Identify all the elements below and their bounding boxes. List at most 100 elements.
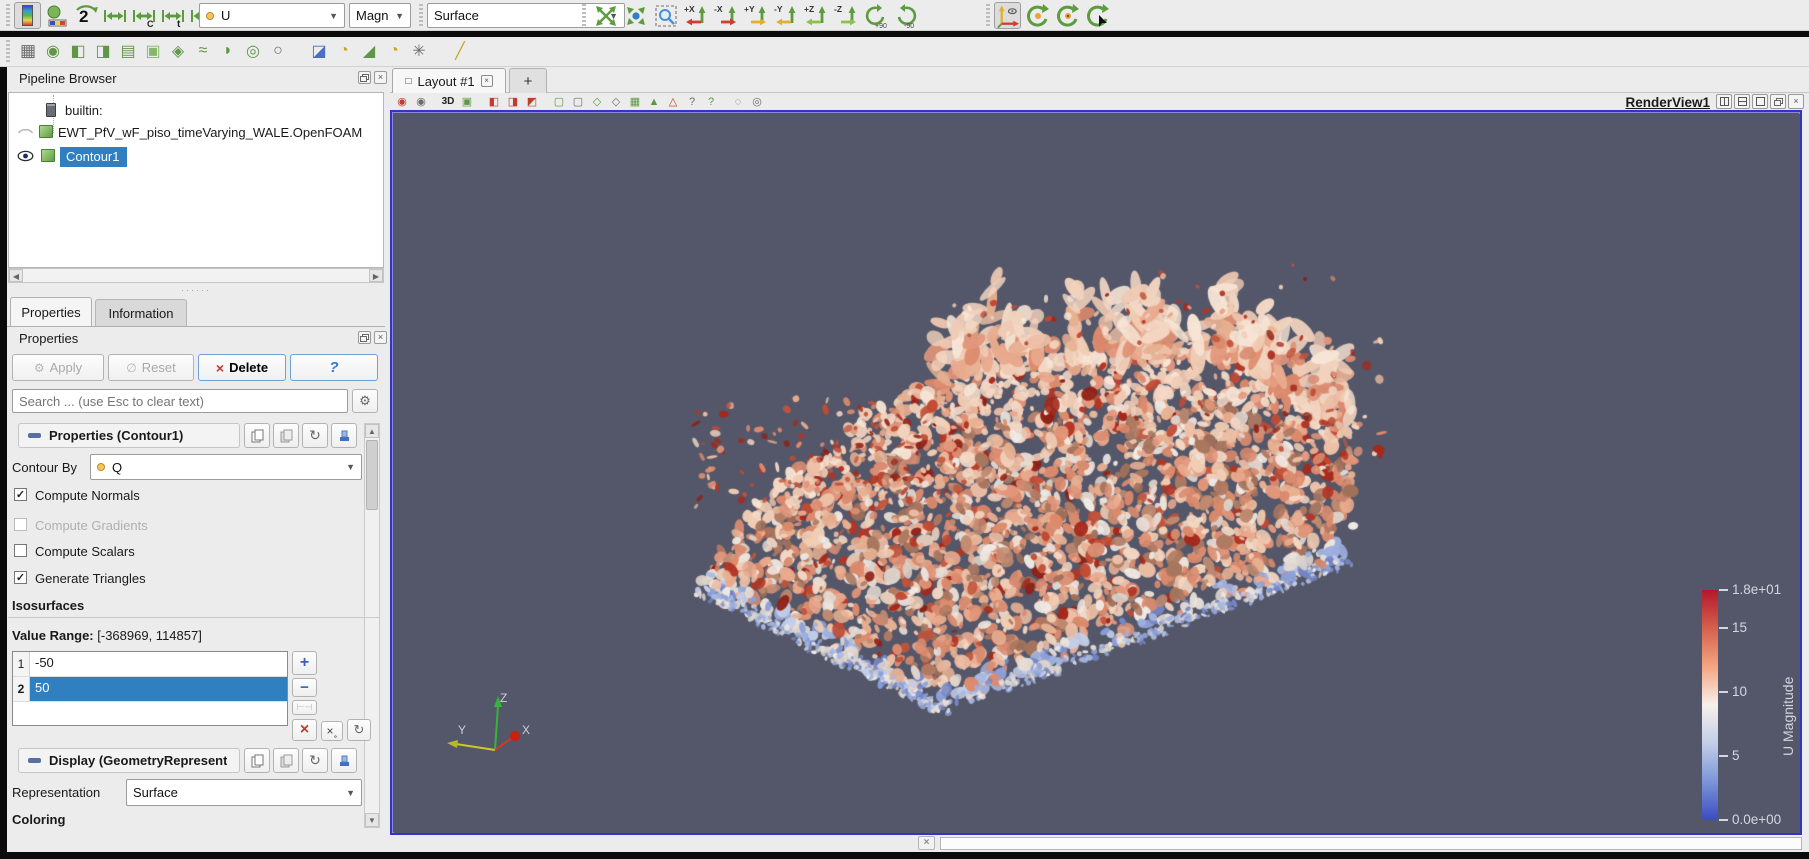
toolbar-drag-handle[interactable] xyxy=(6,4,10,26)
plot-selection-over-time-icon[interactable]: ◔ xyxy=(332,39,356,63)
checkbox-compute-scalars[interactable] xyxy=(14,544,27,557)
float-panel-button[interactable] xyxy=(358,71,371,84)
rescale-to-custom-range-icon[interactable]: 2 xyxy=(72,2,99,29)
scrollbar-thumb[interactable] xyxy=(366,440,378,510)
set-view-minus-x-icon[interactable]: -X xyxy=(712,2,739,29)
select-block-icon[interactable]: ▦ xyxy=(627,95,643,110)
split-horizontal-button[interactable] xyxy=(1716,94,1732,109)
slice-icon[interactable]: ◨ xyxy=(91,39,115,63)
stream-tracer-icon[interactable]: ≈ xyxy=(191,39,215,63)
ruler-icon[interactable]: ╱ xyxy=(448,39,472,63)
camera-redo-icon[interactable]: ◉ xyxy=(413,95,429,110)
vector-component-select[interactable]: Magnitu ▼ xyxy=(349,3,411,28)
select-points-polygon-icon[interactable]: ◇ xyxy=(608,95,624,110)
isosurface-value[interactable]: -50 xyxy=(30,652,287,676)
reset-button[interactable]: ∅ Reset xyxy=(108,354,194,381)
rescale-over-all-timesteps-icon[interactable]: C xyxy=(130,2,157,29)
reset-camera-icon[interactable] xyxy=(592,2,619,29)
set-view-minus-z-icon[interactable]: -Z xyxy=(832,2,859,29)
close-view-button[interactable]: × xyxy=(1788,94,1804,109)
extract-block-icon[interactable]: ◪ xyxy=(307,39,331,63)
scroll-up-icon[interactable]: ▲ xyxy=(365,424,379,438)
rescale-to-data-range-icon[interactable] xyxy=(101,2,128,29)
save-defaults-button[interactable] xyxy=(331,423,357,448)
dock-splitter[interactable]: ······ xyxy=(8,285,384,295)
close-panel-button[interactable]: × xyxy=(374,331,387,344)
show-center-of-rotation-icon[interactable] xyxy=(1024,2,1051,29)
isosurface-value[interactable]: 50 xyxy=(30,677,287,701)
apply-button[interactable]: ⚙ Apply xyxy=(12,354,104,381)
camera-undo-icon[interactable]: ◉ xyxy=(394,95,410,110)
pipeline-item-openfoam[interactable]: EWT_PfV_wF_piso_timeVarying_WALE.OpenFOA… xyxy=(9,124,385,141)
checkbox-compute-normals[interactable]: ✓ xyxy=(14,488,27,501)
reset-display-button[interactable]: ↻ xyxy=(302,748,328,773)
paste-properties-button[interactable] xyxy=(273,423,299,448)
clear-selection-icon[interactable]: ◎ xyxy=(749,95,765,110)
split-view-left-icon[interactable]: ◧ xyxy=(486,95,502,110)
isosurface-row-empty[interactable] xyxy=(13,702,287,725)
add-value-button[interactable]: + xyxy=(292,651,317,675)
checkbox-generate-triangles[interactable]: ✓ xyxy=(14,571,27,584)
scene-canvas[interactable] xyxy=(394,114,1800,833)
ungroup-icon[interactable]: ○ xyxy=(266,39,290,63)
split-view-both-icon[interactable]: ◩ xyxy=(524,95,540,110)
pipeline-item-builtin[interactable]: builtin: xyxy=(9,102,385,119)
render-viewport[interactable]: Z Y X 1.8e+01 15 10 5 0.0e+00 U Magnitude xyxy=(390,110,1802,835)
scroll-down-icon[interactable]: ▼ xyxy=(365,813,379,827)
edit-color-map-icon[interactable] xyxy=(14,2,41,29)
split-vertical-button[interactable] xyxy=(1734,94,1750,109)
isosurface-row[interactable]: 2 50 xyxy=(13,677,287,702)
zoom-to-box-icon[interactable] xyxy=(652,2,679,29)
tab-information[interactable]: Information xyxy=(95,299,187,327)
abort-progress-button[interactable]: × xyxy=(918,836,935,850)
section-display[interactable]: Display (GeometryRepresent xyxy=(18,748,240,773)
set-view-plus-y-icon[interactable]: +Y xyxy=(742,2,769,29)
close-panel-button[interactable]: × xyxy=(374,71,387,84)
float-view-button[interactable] xyxy=(1770,94,1786,109)
toggle-2d-3d-icon[interactable]: 3D xyxy=(440,95,456,110)
contour-by-select[interactable]: Q ▼ xyxy=(90,454,362,480)
toolbar-drag-handle[interactable] xyxy=(6,40,10,62)
group-datasets-icon[interactable]: ◎ xyxy=(241,39,265,63)
grow-selection-icon[interactable]: ◌ xyxy=(730,95,746,110)
scroll-left-icon[interactable]: ◀ xyxy=(9,269,23,282)
reset-defaults-button[interactable]: ↻ xyxy=(302,423,328,448)
select-points-rectangle-icon[interactable]: ▢ xyxy=(570,95,586,110)
tab-add-layout[interactable]: + xyxy=(509,68,547,93)
plot-data-over-time-icon[interactable]: ◔ xyxy=(382,39,406,63)
tab-layout1[interactable]: □ Layout #1 × xyxy=(392,68,506,93)
remove-value-button[interactable]: − xyxy=(292,678,317,697)
rotate-90-counterclockwise-icon[interactable]: -90 xyxy=(892,2,919,29)
tab-properties[interactable]: Properties xyxy=(10,297,92,327)
contour-icon[interactable]: ◉ xyxy=(41,39,65,63)
checkbox-label[interactable]: Generate Triangles xyxy=(35,571,146,586)
delete-button[interactable]: × Delete xyxy=(198,354,286,381)
search-options-button[interactable]: ⚙ xyxy=(352,389,378,413)
save-display-button[interactable] xyxy=(331,748,357,773)
color-by-array-select[interactable]: U ▼ xyxy=(199,3,345,28)
properties-scrollbar[interactable]: ▲ ▼ xyxy=(364,423,380,828)
render-view-label[interactable]: RenderView1 xyxy=(1598,95,1710,110)
hover-points-icon[interactable]: ? xyxy=(703,95,719,110)
search-input[interactable] xyxy=(12,389,348,413)
checkbox-label[interactable]: Compute Normals xyxy=(35,488,140,503)
toolbar-drag-handle[interactable] xyxy=(986,4,990,26)
isosurface-row[interactable]: 1 -50 xyxy=(13,652,287,677)
rescale-to-temporal-range-icon[interactable]: t xyxy=(159,2,186,29)
paste-display-button[interactable] xyxy=(273,748,299,773)
clip-icon[interactable]: ◧ xyxy=(66,39,90,63)
capture-screenshot-icon[interactable]: ▣ xyxy=(459,95,475,110)
copy-display-button[interactable] xyxy=(244,748,270,773)
help-button[interactable]: ? xyxy=(290,354,378,381)
toolbar-drag-handle[interactable] xyxy=(419,4,423,26)
add-range-button[interactable]: ⊢⊣ xyxy=(292,700,317,715)
interactive-select-points-icon[interactable]: △ xyxy=(665,95,681,110)
select-cells-polygon-icon[interactable]: ◇ xyxy=(589,95,605,110)
delete-all-values-button[interactable]: × xyxy=(292,719,317,741)
temporal-interpolator-icon[interactable]: ✳ xyxy=(407,39,431,63)
zoom-to-data-icon[interactable] xyxy=(622,2,649,29)
copy-properties-button[interactable] xyxy=(244,423,270,448)
pick-center-of-rotation-icon[interactable] xyxy=(1054,2,1081,29)
scroll-right-icon[interactable]: ▶ xyxy=(369,269,383,282)
set-view-minus-y-icon[interactable]: -Y xyxy=(772,2,799,29)
